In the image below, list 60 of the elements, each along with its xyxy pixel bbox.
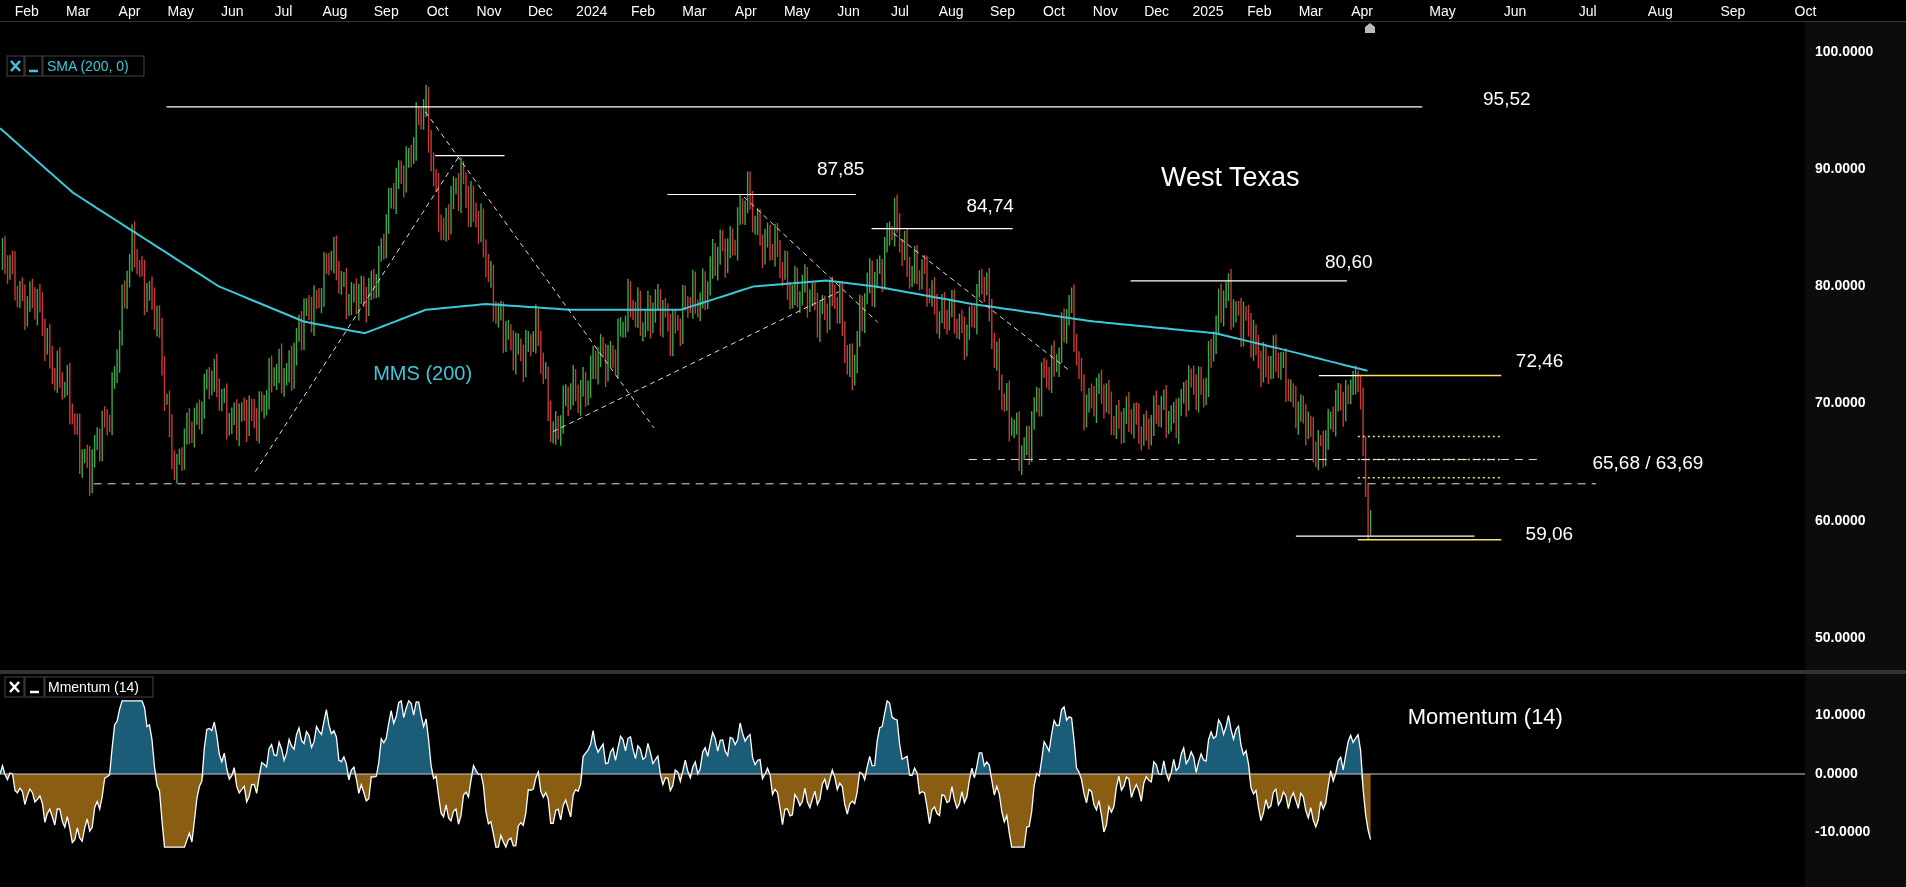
price-level-label: 65,68 / 63,69 xyxy=(1592,452,1704,474)
month-label: Oct xyxy=(1043,3,1065,19)
month-label: Feb xyxy=(14,3,39,19)
price-axis-label: 70.0000 xyxy=(1815,394,1866,411)
month-label: Mar xyxy=(682,3,707,19)
month-label: 2024 xyxy=(576,3,608,19)
month-label: Nov xyxy=(476,3,502,19)
momentum-axis-label: -10.0000 xyxy=(1815,823,1871,840)
month-label: Sep xyxy=(373,3,399,19)
chart-title: West Texas xyxy=(1160,161,1300,192)
month-label: Jun xyxy=(1503,3,1527,19)
date-marker-icon[interactable] xyxy=(1365,23,1375,33)
price-axis-label: 100.0000 xyxy=(1815,42,1874,59)
price-axis-label: 80.0000 xyxy=(1815,277,1866,294)
month-label: Jul xyxy=(1578,3,1597,19)
month-label: Nov xyxy=(1092,3,1118,19)
price-level-label: 72,46 xyxy=(1515,350,1564,372)
month-label: Dec xyxy=(1144,3,1170,19)
month-label: Jun xyxy=(220,3,244,19)
month-label: 2025 xyxy=(1192,3,1224,19)
month-label: Jul xyxy=(274,3,293,19)
price-level-label: 84,74 xyxy=(966,194,1014,216)
month-label: Dec xyxy=(527,3,553,19)
month-label: Apr xyxy=(734,3,757,19)
month-label: Mar xyxy=(66,3,91,19)
price-level-label: 80,60 xyxy=(1325,250,1373,272)
month-label: Sep xyxy=(1720,3,1746,19)
month-label: Apr xyxy=(118,3,141,19)
month-label: Feb xyxy=(1247,3,1272,19)
indicator-legend-label[interactable]: Mmentum (14) xyxy=(48,678,140,695)
price-level-label: 95,52 xyxy=(1483,87,1531,109)
month-label: Jul xyxy=(890,3,909,19)
month-label: Aug xyxy=(938,3,964,19)
month-label: Jun xyxy=(837,3,860,19)
price-axis-label: 60.0000 xyxy=(1815,511,1866,528)
close-icon[interactable] xyxy=(6,55,25,77)
momentum-axis-label: 0.0000 xyxy=(1815,764,1858,781)
momentum-axis-label: 10.0000 xyxy=(1815,706,1866,723)
month-label: Sep xyxy=(990,3,1016,19)
month-label: Apr xyxy=(1351,3,1373,19)
close-icon[interactable] xyxy=(4,676,25,698)
sma-label: MMS (200) xyxy=(373,361,473,384)
month-label: Oct xyxy=(1794,3,1817,19)
momentum-title: Momentum (14) xyxy=(1407,704,1563,730)
month-label: May xyxy=(167,3,195,19)
month-label: Aug xyxy=(322,3,348,19)
level-line xyxy=(434,155,506,157)
price-level-label: 59,06 xyxy=(1525,522,1574,544)
month-label: May xyxy=(783,3,811,19)
minimize-icon[interactable] xyxy=(24,676,45,698)
month-label: Feb xyxy=(631,3,656,19)
month-label: May xyxy=(1429,3,1456,19)
price-axis-label: 50.0000 xyxy=(1815,628,1866,645)
minimize-icon[interactable] xyxy=(24,55,43,77)
month-label: Aug xyxy=(1647,3,1673,19)
month-label: Oct xyxy=(426,3,449,19)
indicator-legend-label[interactable]: SMA (200, 0) xyxy=(47,57,129,74)
month-label: Mar xyxy=(1298,3,1323,19)
price-axis-label: 90.0000 xyxy=(1815,159,1866,176)
price-level-label: 87,85 xyxy=(816,158,865,180)
